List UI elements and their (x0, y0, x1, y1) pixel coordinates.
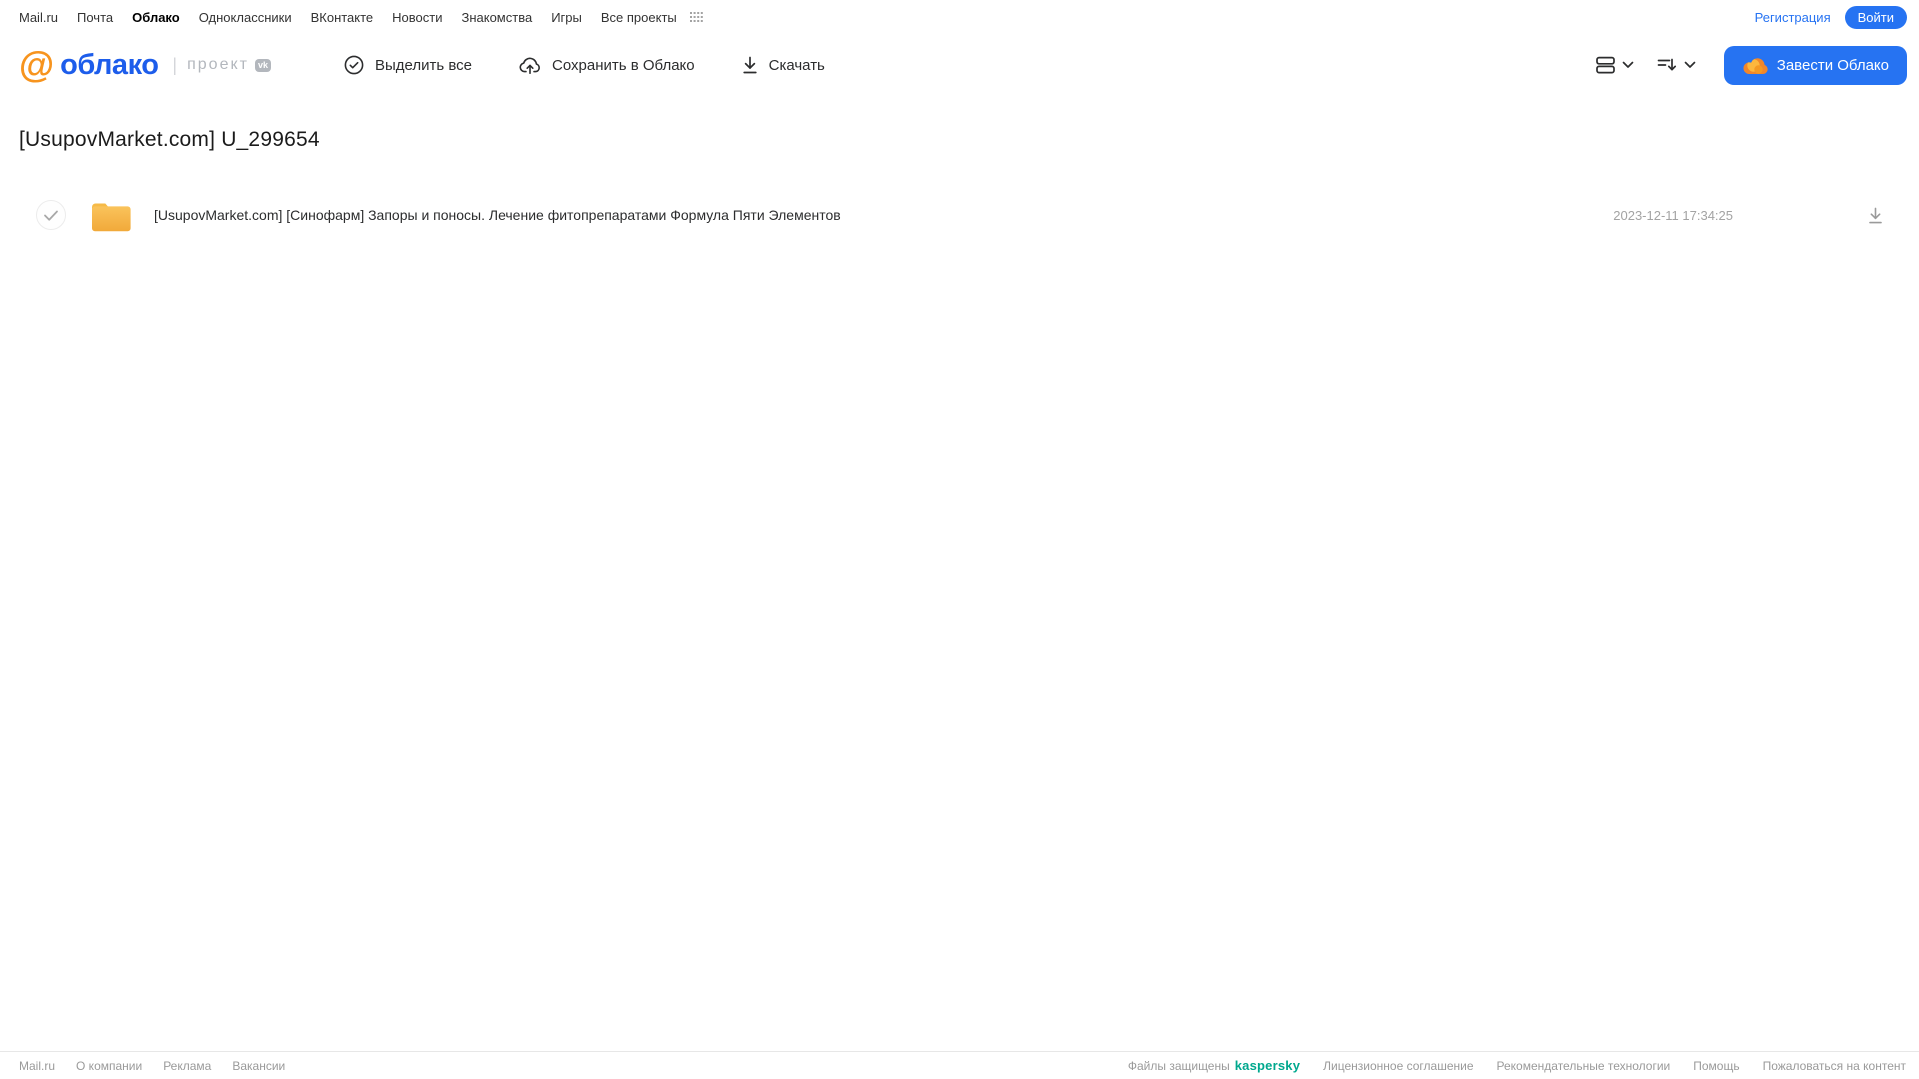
row-checkbox[interactable] (36, 200, 66, 230)
project-label: проект (187, 56, 249, 73)
download-button[interactable]: Скачать (741, 55, 825, 75)
get-cloud-label: Завести Облако (1776, 56, 1889, 74)
all-projects-grid-icon[interactable] (689, 11, 703, 23)
portal-link-mail[interactable]: Почта (77, 10, 113, 25)
vk-badge-icon: vk (254, 58, 271, 72)
save-to-cloud-button[interactable]: Сохранить в Облако (518, 54, 695, 76)
sort-toggle[interactable] (1652, 51, 1700, 79)
sort-icon (1656, 55, 1678, 75)
footer-link-help[interactable]: Помощь (1693, 1059, 1739, 1073)
portal-link-mailru[interactable]: Mail.ru (19, 10, 58, 25)
footer-right: Файлы защищены kaspersky Лицензионное со… (1128, 1058, 1906, 1073)
download-icon (1869, 207, 1882, 223)
portal-link-news[interactable]: Новости (392, 10, 442, 25)
select-all-button[interactable]: Выделить все (343, 54, 472, 76)
footer-link-mailru[interactable]: Mail.ru (19, 1059, 55, 1073)
list-view-icon (1595, 55, 1616, 75)
login-button[interactable]: Войти (1844, 5, 1907, 29)
portal-link-dating[interactable]: Знакомства (461, 10, 532, 25)
cloud-upload-icon (518, 54, 542, 76)
footer-link-report-content[interactable]: Пожаловаться на контент (1763, 1059, 1906, 1073)
page-title: [UsupovMarket.com] U_299654 (19, 128, 320, 151)
select-all-check-circle-icon (343, 54, 365, 76)
portal-link-cloud[interactable]: Облако (132, 10, 180, 25)
registration-link[interactable]: Регистрация (1755, 10, 1831, 25)
portal-link-games[interactable]: Игры (551, 10, 582, 25)
file-date: 2023-12-11 17:34:25 (1613, 207, 1733, 223)
row-download-button[interactable] (1865, 204, 1886, 227)
file-row[interactable]: [UsupovMarket.com] [Синофарм] Запоры и п… (0, 188, 1919, 242)
chevron-down-icon (1684, 61, 1696, 69)
toolbar: Выделить все Сохранить в Облако Скачать (343, 54, 825, 76)
portal-nav: Mail.ru Почта Облако Одноклассники ВКонт… (0, 0, 1919, 34)
check-icon (44, 210, 58, 221)
mailru-at-icon: @ (19, 44, 54, 85)
chevron-down-icon (1622, 61, 1634, 69)
footer: Mail.ru О компании Реклама Вакансии Файл… (0, 1051, 1919, 1079)
file-name[interactable]: [UsupovMarket.com] [Синофарм] Запоры и п… (154, 207, 841, 223)
kaspersky-logo[interactable]: kaspersky (1235, 1058, 1300, 1073)
portal-link-odnoklassniki[interactable]: Одноклассники (199, 10, 292, 25)
portal-link-vkontakte[interactable]: ВКонтакте (311, 10, 374, 25)
logo-divider: | (172, 54, 178, 75)
header: @ облако | проект vk Выделить все Сохран… (0, 34, 1919, 96)
portal-link-all-projects[interactable]: Все проекты (601, 10, 677, 25)
protected-label: Файлы защищены (1127, 1058, 1230, 1073)
footer-link-about[interactable]: О компании (76, 1059, 142, 1073)
header-right-controls: Завести Облако (1591, 45, 1907, 85)
download-label: Скачать (768, 56, 825, 74)
footer-link-ads[interactable]: Реклама (163, 1059, 211, 1073)
footer-link-license[interactable]: Лицензионное соглашение (1323, 1059, 1473, 1073)
logo-text: облако (60, 48, 159, 81)
save-to-cloud-label: Сохранить в Облако (552, 56, 695, 74)
footer-link-jobs[interactable]: Вакансии (232, 1059, 285, 1073)
cloud-logo[interactable]: @ облако | проект vk (19, 47, 271, 83)
portal-auth-area: Регистрация Войти (1755, 5, 1907, 29)
view-mode-toggle[interactable] (1591, 51, 1638, 79)
select-all-label: Выделить все (375, 56, 473, 74)
footer-link-recommendation-tech[interactable]: Рекомендательные технологии (1497, 1059, 1671, 1073)
kaspersky-protection: Файлы защищены kaspersky (1128, 1058, 1300, 1073)
download-icon (741, 55, 759, 75)
cloud-logo-icon (1742, 56, 1768, 75)
file-list-area: [UsupovMarket.com] U_299654 [UsupovMarke… (0, 128, 1919, 242)
get-cloud-button[interactable]: Завести Облако (1723, 45, 1907, 85)
folder-icon (89, 197, 133, 233)
